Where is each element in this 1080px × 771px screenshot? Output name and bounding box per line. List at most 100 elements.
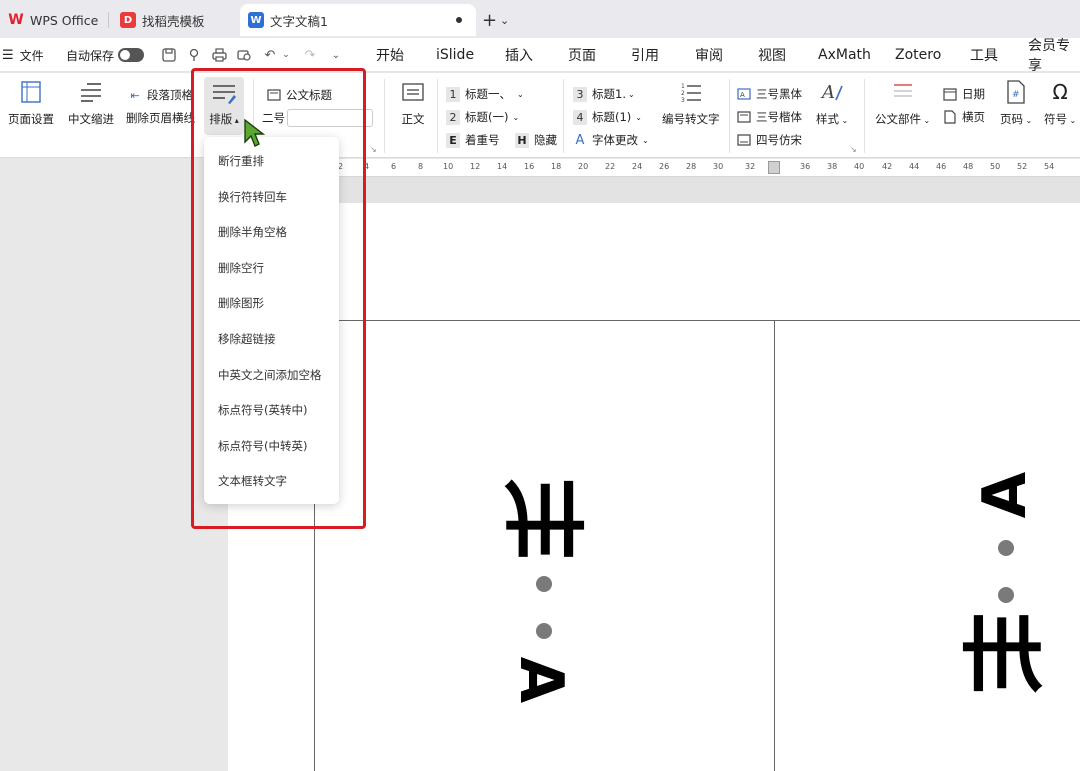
ruler-tick: 52 (1017, 162, 1028, 171)
separator-dot (536, 623, 552, 639)
save-icon[interactable] (161, 47, 177, 63)
ruler-tick: 28 (686, 162, 697, 171)
ruler-tick: 14 (497, 162, 508, 171)
redo-icon[interactable]: ↷ (302, 47, 318, 63)
word-doc-icon: W (248, 12, 264, 28)
separator-dot (536, 576, 552, 592)
separator-dot (998, 540, 1014, 556)
chevron-down-icon: ⌄ (512, 112, 520, 122)
ruler-tick: 20 (578, 162, 589, 171)
ruler-margin-marker[interactable] (768, 161, 780, 174)
font-change-label: 字体更改 (592, 133, 638, 147)
official-parts-label: 公文部件 (875, 112, 921, 126)
heading-3-label: 标题1. (592, 87, 626, 101)
body-style-icon (400, 79, 426, 105)
chevron-down-icon: ⌄ (517, 89, 524, 99)
tab-references-label: 引用 (631, 48, 659, 64)
svg-text:3: 3 (681, 97, 685, 103)
ribbon-divider (437, 79, 438, 153)
tab-divider (108, 12, 109, 28)
ruler-tick: 22 (605, 162, 616, 171)
wps-logo-icon: W (8, 12, 24, 28)
ruler-tick: 48 (963, 162, 974, 171)
tab-insert[interactable]: 插入 (505, 38, 533, 72)
tab-docer-templates[interactable]: D 找稻壳模板 (112, 4, 234, 36)
page-setup-label: 页面设置 (8, 112, 54, 126)
heading-1-button[interactable]: 1 标题一、 ⌄ (446, 86, 524, 102)
delete-header-label: 删除页眉横线 (126, 111, 195, 125)
heading-2-button[interactable]: 2 标题(一) ⌄ (446, 109, 519, 125)
ribbon-divider (563, 79, 564, 153)
kaiti-preset-button[interactable]: 三号楷体 (737, 109, 802, 125)
toggle-switch-icon (118, 48, 145, 62)
body-style-button[interactable]: 正文 (400, 79, 426, 127)
fangsong-preset-label: 四号仿宋 (756, 133, 802, 147)
para-top-icon: ⇤ (130, 88, 140, 102)
hidden-button[interactable]: H 隐藏 (515, 132, 557, 148)
tab-view[interactable]: 视图 (758, 38, 786, 72)
menu-bar: ☰ 文件 自动保存 ↶ ⌄ ↷ ⌄ 开始 iSlide 插入 页面 引用 审阅 … (0, 38, 1080, 74)
group-launcher-icon[interactable]: ↘ (850, 145, 857, 154)
cn-indent-button[interactable]: 中文缩进 (68, 79, 114, 127)
styles-icon: A (819, 79, 845, 105)
svg-text:2: 2 (681, 90, 685, 97)
official-parts-icon (890, 79, 916, 105)
tab-islide[interactable]: iSlide (436, 38, 474, 72)
tab-label: WPS Office (30, 12, 99, 28)
emphasis-mark-button[interactable]: E 着重号 (446, 132, 500, 148)
tab-review[interactable]: 审阅 (695, 38, 723, 72)
official-parts-button[interactable]: 公文部件 ⌄ (875, 79, 930, 127)
tab-home[interactable]: 开始 (376, 38, 404, 72)
tab-member[interactable]: 会员专享 (1028, 38, 1080, 74)
chevron-down-icon: ⌄ (1023, 116, 1033, 125)
autosave-toggle[interactable]: 自动保存 (66, 38, 145, 72)
emphasis-mark-icon: E (446, 132, 460, 148)
tab-axmath[interactable]: AxMath (818, 38, 871, 72)
heading-4-button[interactable]: 4 标题(1) ⌄ (573, 109, 642, 125)
file-menu[interactable]: ☰ 文件 (2, 38, 44, 72)
tab-label: 文字文稿1 (270, 13, 328, 29)
new-tab-button[interactable]: + (482, 4, 502, 36)
print-icon[interactable] (211, 47, 227, 63)
quick-access-more-icon[interactable]: ⌄ (328, 47, 344, 63)
date-button[interactable]: 日期 (943, 86, 985, 102)
chevron-down-icon: ⌄ (1067, 116, 1077, 125)
landscape-page-button[interactable]: 横页 (943, 109, 985, 125)
tab-references[interactable]: 引用 (631, 38, 659, 72)
symbol-button[interactable]: Ω 符号 ⌄ (1044, 79, 1076, 127)
delete-header-line-button[interactable]: 删除页眉横线 (126, 110, 195, 126)
tab-wps-office[interactable]: W WPS Office (0, 4, 110, 36)
ruler-tick: 16 (524, 162, 535, 171)
undo-icon[interactable]: ↶ (262, 47, 278, 63)
print-preview-icon[interactable] (236, 47, 252, 63)
tab-page[interactable]: 页面 (568, 38, 596, 72)
ruler-tick: 54 (1044, 162, 1055, 171)
omega-icon: Ω (1052, 80, 1068, 104)
ruler-tick: 38 (827, 162, 838, 171)
ruler-tick: 44 (909, 162, 920, 171)
tab-tools[interactable]: 工具 (970, 38, 998, 72)
page-number-button[interactable]: # 页码 ⌄ (1000, 79, 1032, 127)
undo-menu-chevron-icon[interactable]: ⌄ (278, 47, 294, 63)
group-launcher-icon[interactable]: ↘ (370, 145, 377, 154)
tab-zotero[interactable]: Zotero (895, 38, 941, 72)
title-bar: W WPS Office D 找稻壳模板 W 文字文稿1 + ⌄ (0, 0, 1080, 38)
fangsong-preset-button[interactable]: 四号仿宋 (737, 132, 802, 148)
table-border-middle (774, 320, 775, 771)
format-painter-icon[interactable] (186, 47, 202, 63)
tab-view-label: 视图 (758, 48, 786, 64)
hidden-label: 隐藏 (534, 133, 557, 147)
heiti-preset-button[interactable]: A 三号黑体 (737, 86, 802, 102)
heading-3-button[interactable]: 3 标题1. ⌄ (573, 86, 635, 102)
page-number-label-wrap: 页码 ⌄ (1000, 111, 1032, 127)
tab-menu-button[interactable]: ⌄ (500, 4, 516, 36)
ruler-tick: 36 (800, 162, 811, 171)
font-change-button[interactable]: A 字体更改 ⌄ (573, 132, 649, 148)
plus-icon: + (482, 9, 498, 31)
tab-axmath-label: AxMath (818, 47, 871, 63)
para-top-button[interactable]: ⇤ 段落顶格 (128, 87, 193, 103)
number-to-text-button[interactable]: 123 编号转文字 (662, 79, 720, 127)
styles-button[interactable]: A 样式 ⌄ (816, 79, 848, 127)
tab-document-1[interactable]: W 文字文稿1 (240, 4, 476, 36)
page-setup-button[interactable]: 页面设置 (8, 79, 54, 127)
